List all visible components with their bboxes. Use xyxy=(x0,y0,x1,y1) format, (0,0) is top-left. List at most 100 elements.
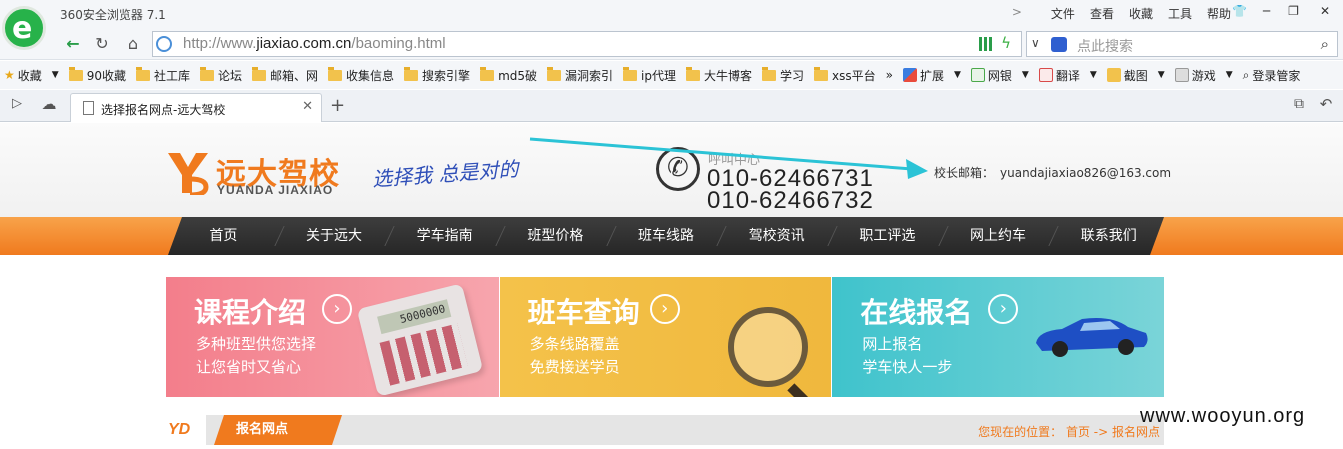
bookmark-item[interactable]: 漏洞索引 xyxy=(547,66,613,84)
bookmark-item[interactable]: 90收藏 xyxy=(68,66,126,84)
refresh-icon[interactable]: ↻ xyxy=(91,34,113,54)
nav-staff-review[interactable]: 职工评选 xyxy=(832,217,943,255)
baidu-paw-icon[interactable] xyxy=(1051,37,1067,52)
folder-icon xyxy=(328,66,343,81)
globe-icon xyxy=(156,36,172,52)
games-button[interactable]: 游戏 ▼ xyxy=(1174,67,1233,84)
restore-tabs-icon[interactable]: ⧉ xyxy=(1288,94,1310,114)
address-bar[interactable]: http://www.jiaxiao.com.cn/baoming.html ϟ xyxy=(152,31,1022,57)
skin-icon[interactable]: 👕 xyxy=(1226,0,1253,22)
calculator-image: 5000000 xyxy=(356,283,484,397)
bookmark-item[interactable]: 学习 xyxy=(762,66,804,84)
folder-icon xyxy=(200,66,214,81)
bookmark-item[interactable]: 搜索引擎 xyxy=(404,66,470,84)
folder-icon xyxy=(685,66,700,81)
search-icon: ⌕ xyxy=(1242,67,1250,82)
bookmark-item[interactable]: ip代理 xyxy=(623,66,676,84)
tab-close-icon[interactable]: ✕ xyxy=(302,99,313,114)
menu-tools[interactable]: 工具 xyxy=(1168,5,1192,22)
sidebar-toggle-icon[interactable]: ▷ xyxy=(6,94,28,114)
nav-news[interactable]: 驾校资讯 xyxy=(721,217,832,255)
nav-about[interactable]: 关于远大 xyxy=(279,217,390,255)
banner-line-2: 让您省时又省心 xyxy=(196,358,302,376)
chevron-circle-icon[interactable]: › xyxy=(322,294,352,324)
new-tab-button[interactable]: + xyxy=(330,97,345,115)
nav-pricing[interactable]: 班型价格 xyxy=(500,217,611,255)
bookmark-item[interactable]: md5破 xyxy=(480,66,537,84)
folder-icon xyxy=(68,66,83,81)
watermark: www.wooyun.org xyxy=(1140,405,1306,427)
folder-icon xyxy=(135,66,150,81)
dropdown-arrow-icon[interactable]: ▼ xyxy=(52,70,59,80)
dropdown-arrow-icon[interactable]: ▼ xyxy=(1090,70,1097,80)
tab-title: 选择报名网点-远大驾校 xyxy=(101,103,226,117)
nav-shuttle-routes[interactable]: 班车线路 xyxy=(611,217,722,255)
lightning-icon[interactable]: ϟ xyxy=(1001,34,1011,52)
bookmark-item[interactable]: 收集信息 xyxy=(328,66,394,84)
banner-title: 在线报名 xyxy=(860,296,973,329)
breadcrumb[interactable]: 您现在的位置： 首页 -> 报名网点 xyxy=(978,423,1160,440)
menu-favorites[interactable]: 收藏 xyxy=(1129,5,1153,22)
close-button[interactable]: ✕ xyxy=(1307,0,1343,22)
chevron-circle-icon[interactable]: › xyxy=(649,294,680,324)
folder-icon xyxy=(762,66,776,81)
bookmarks-more-button[interactable]: » xyxy=(886,68,893,82)
bookmark-item[interactable]: 论坛 xyxy=(200,66,242,84)
nav-online-booking[interactable]: 网上约车 xyxy=(943,217,1054,255)
dropdown-arrow-icon[interactable]: ▼ xyxy=(1022,70,1029,80)
nav-contact[interactable]: 联系我们 xyxy=(1053,217,1164,255)
feature-banners: 5000000 课程介绍 › 多种班型供您选择 让您省时又省心 班车查询 › 多… xyxy=(166,277,1165,397)
menu-file[interactable]: 文件 xyxy=(1051,5,1075,22)
dropdown-arrow-icon[interactable]: ▼ xyxy=(1158,70,1165,80)
bank-icon xyxy=(970,68,985,82)
nav-home[interactable]: 首页 xyxy=(168,217,279,255)
toy-car-image xyxy=(1036,318,1148,357)
star-icon: ★ xyxy=(4,68,15,82)
nav-guide[interactable]: 学车指南 xyxy=(389,217,500,255)
banner-title: 班车查询 xyxy=(527,296,640,329)
translate-icon xyxy=(1038,68,1053,82)
banner-registration[interactable]: 在线报名 › 网上报名 学车快人一步 xyxy=(831,277,1165,397)
search-input[interactable]: 点此搜索 xyxy=(1077,36,1133,56)
extensions-button[interactable]: 扩展 ▼ xyxy=(902,67,961,84)
dropdown-arrow-icon[interactable]: ▼ xyxy=(1226,70,1233,80)
cloud-icon[interactable]: ☁ xyxy=(38,94,60,114)
extensions-icon xyxy=(902,68,917,82)
address-text[interactable]: http://www.jiaxiao.com.cn/baoming.html xyxy=(183,35,446,52)
breadcrumb-bar: YD 报名网点 您现在的位置： 首页 -> 报名网点 xyxy=(166,415,1164,445)
active-tab[interactable]: 选择报名网点-远大驾校 ✕ xyxy=(70,93,322,122)
ebank-button[interactable]: 网银 ▼ xyxy=(970,67,1029,84)
home-icon[interactable]: ⌂ xyxy=(122,34,144,54)
qr-code-icon[interactable] xyxy=(979,37,993,51)
search-icon[interactable]: ⌕ xyxy=(1321,35,1329,53)
chevron-down-icon[interactable]: ∨ xyxy=(1031,36,1040,50)
bookmark-favorites[interactable]: ★ 收藏 ▼ xyxy=(4,67,59,84)
yd-logo-icon xyxy=(168,153,209,195)
bookmark-item[interactable]: xss平台 xyxy=(814,66,876,84)
bookmarks-bar: ★ 收藏 ▼ 90收藏 社工库 论坛 邮箱、网 收集信息 搜索引擎 md5破 漏洞索… xyxy=(0,61,1343,89)
banner-title: 课程介绍 xyxy=(194,296,307,329)
minimize-button[interactable]: ─ xyxy=(1253,0,1280,22)
bookmark-item[interactable]: 大牛博客 xyxy=(685,66,752,84)
login-manager-button[interactable]: ⌕ 登录管家 xyxy=(1243,67,1301,84)
menu-view[interactable]: 查看 xyxy=(1090,5,1114,22)
bookmark-item[interactable]: 社工库 xyxy=(135,66,190,84)
screenshot-button[interactable]: 截图 ▼ xyxy=(1106,67,1165,84)
browser-logo-icon: e xyxy=(2,6,46,50)
maximize-button[interactable]: ❐ xyxy=(1280,0,1307,22)
banner-shuttle[interactable]: 班车查询 › 多条线路覆盖 免费接送学员 xyxy=(498,277,832,397)
back-arrow-icon[interactable]: ← xyxy=(62,34,84,54)
chevron-circle-icon[interactable]: › xyxy=(988,294,1019,324)
chevron-right-icon[interactable]: > xyxy=(1012,5,1022,22)
undo-close-icon[interactable]: ↶ xyxy=(1315,94,1337,114)
search-box[interactable]: ∨ 点此搜索 ⌕ xyxy=(1026,31,1338,57)
section-logo: YD xyxy=(166,415,206,445)
banner-courses[interactable]: 5000000 课程介绍 › 多种班型供您选择 让您省时又省心 xyxy=(166,277,499,397)
folder-icon xyxy=(547,66,562,81)
translate-button[interactable]: 翻译 ▼ xyxy=(1038,67,1097,84)
section-title: 报名网点 xyxy=(214,415,342,445)
phone-icon: ✆ xyxy=(656,147,700,191)
bookmark-item[interactable]: 邮箱、网 xyxy=(252,66,318,84)
dropdown-arrow-icon[interactable]: ▼ xyxy=(954,70,961,80)
folder-icon xyxy=(623,66,638,81)
